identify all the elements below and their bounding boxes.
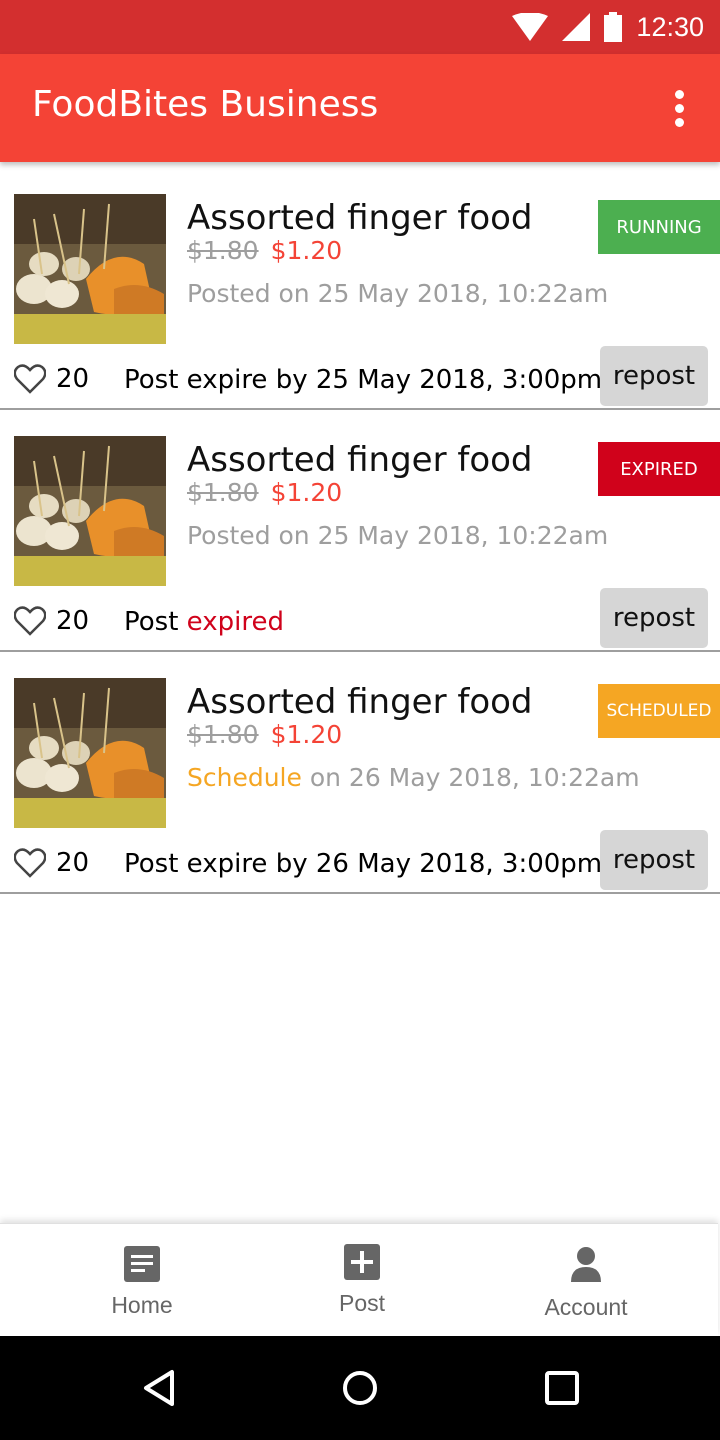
- repost-button[interactable]: repost: [600, 830, 708, 890]
- back-icon[interactable]: [138, 1366, 182, 1410]
- post-title: Assorted finger food: [187, 682, 533, 722]
- status-time: 12:30: [636, 11, 704, 42]
- person-icon: [571, 1247, 601, 1282]
- original-price: $1.80: [187, 478, 259, 507]
- scheduled-date: Schedule on 26 May 2018, 10:22am: [187, 763, 640, 792]
- repost-button[interactable]: repost: [600, 346, 708, 406]
- likes: 20: [14, 364, 89, 394]
- bottom-navigation: Home Post Account: [0, 1223, 718, 1336]
- expired-label: expired: [186, 607, 284, 637]
- heart-icon[interactable]: [14, 606, 46, 636]
- schedule-date: on 26 May 2018, 10:22am: [301, 763, 640, 792]
- home-circle-icon[interactable]: [338, 1366, 382, 1410]
- wifi-icon: [512, 13, 549, 41]
- original-price: $1.80: [187, 720, 259, 749]
- food-thumbnail: [14, 194, 166, 344]
- post-card[interactable]: Assorted finger food $1.80 $1.20 Posted o…: [0, 410, 720, 652]
- post-title: Assorted finger food: [187, 198, 533, 238]
- likes-count: 20: [56, 606, 90, 636]
- food-thumbnail: [14, 678, 166, 828]
- discount-price: $1.20: [270, 236, 343, 265]
- battery-icon: [604, 12, 623, 42]
- nav-account-label: Account: [544, 1294, 628, 1320]
- expire-text: Post expire by 26 May 2018, 3:00pm: [124, 849, 603, 879]
- add-box-icon: [344, 1244, 380, 1280]
- status-badge: EXPIRED: [598, 442, 720, 496]
- overflow-menu-icon[interactable]: [668, 88, 692, 128]
- price-row: $1.80 $1.20: [187, 720, 342, 749]
- posted-date: Posted on 25 May 2018, 10:22am: [187, 279, 609, 308]
- system-navigation-bar: [0, 1336, 720, 1440]
- recents-icon[interactable]: [540, 1366, 584, 1410]
- nav-home[interactable]: Home: [42, 1224, 242, 1337]
- original-price: $1.80: [187, 236, 259, 265]
- heart-icon[interactable]: [14, 364, 46, 394]
- expire-text: Post expired: [124, 607, 284, 637]
- nav-post-label: Post: [338, 1290, 386, 1316]
- repost-button[interactable]: repost: [600, 588, 708, 648]
- status-bar: 12:30: [0, 0, 720, 54]
- likes-count: 20: [56, 364, 90, 394]
- posted-date: Posted on 25 May 2018, 10:22am: [187, 521, 609, 550]
- likes-count: 20: [56, 848, 90, 878]
- post-card[interactable]: Assorted finger food $1.80 $1.20 Schedule…: [0, 652, 720, 894]
- food-thumbnail: [14, 436, 166, 586]
- signal-icon: [562, 13, 591, 41]
- nav-post[interactable]: Post: [262, 1224, 462, 1337]
- discount-price: $1.20: [270, 720, 343, 749]
- status-badge: SCHEDULED: [598, 684, 720, 738]
- price-row: $1.80 $1.20: [187, 478, 342, 507]
- post-title: Assorted finger food: [187, 440, 533, 480]
- status-icons: 12:30: [512, 0, 704, 54]
- post-card[interactable]: Assorted finger food $1.80 $1.20 Posted o…: [0, 168, 720, 410]
- document-icon: [124, 1246, 160, 1282]
- app-bar: FoodBites Business: [0, 54, 720, 162]
- discount-price: $1.20: [270, 478, 343, 507]
- heart-icon[interactable]: [14, 848, 46, 878]
- nav-home-label: Home: [111, 1292, 173, 1318]
- likes: 20: [14, 848, 89, 878]
- expire-text: Post expire by 25 May 2018, 3:00pm: [124, 365, 603, 395]
- status-badge: RUNNING: [598, 200, 720, 254]
- expire-prefix: Post: [124, 607, 187, 637]
- app-title: FoodBites Business: [32, 84, 379, 125]
- schedule-label: Schedule: [187, 763, 302, 792]
- likes: 20: [14, 606, 89, 636]
- nav-account[interactable]: Account: [486, 1224, 686, 1337]
- price-row: $1.80 $1.20: [187, 236, 342, 265]
